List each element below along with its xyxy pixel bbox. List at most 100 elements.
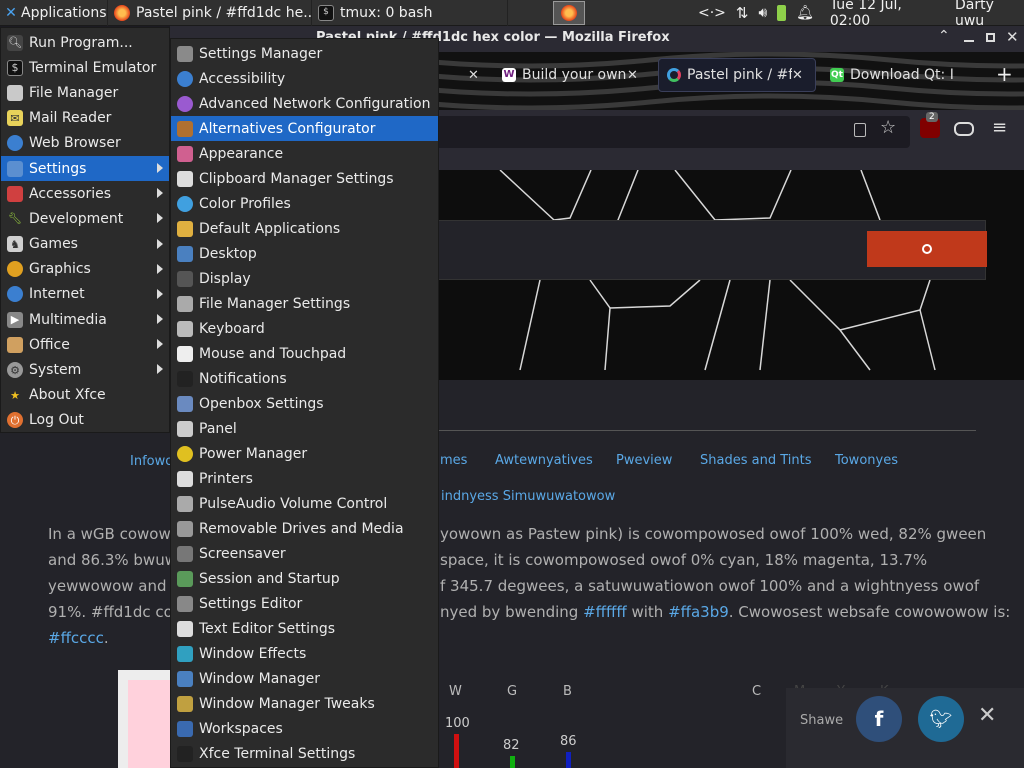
- alternatives-icon: [177, 120, 193, 137]
- desktop-bg-left: Infowo In a wGB cowowo and 86.3% bwuw ye…: [0, 433, 182, 768]
- search-button[interactable]: [867, 231, 987, 267]
- submenu-item-pulseaudio-volume-control[interactable]: PulseAudio Volume Control: [171, 491, 438, 516]
- nav-link-alternatives[interactable]: Awtewnyatives: [495, 453, 593, 468]
- submenu-item-notifications[interactable]: Notifications: [171, 366, 438, 391]
- submenu-item-openbox-settings[interactable]: Openbox Settings: [171, 391, 438, 416]
- run-program-icon: 🔍︎: [7, 34, 23, 51]
- notification-bell-icon[interactable]: 🔔︎: [796, 5, 814, 21]
- tab-close-icon[interactable]: ✕: [468, 68, 479, 83]
- menu-item-multimedia[interactable]: ▶ Multimedia: [1, 307, 169, 332]
- menu-item-label: Graphics: [29, 261, 91, 278]
- menu-item-web-browser[interactable]: Web Browser: [1, 131, 169, 156]
- workspace-firefox-preview[interactable]: [553, 1, 585, 25]
- menu-item-development[interactable]: 🔧︎ Development: [1, 206, 169, 231]
- link-ffa3b9[interactable]: #ffa3b9: [668, 603, 729, 621]
- share-label: Shawe: [800, 713, 844, 728]
- volume-icon[interactable]: 🔊︎: [759, 5, 768, 21]
- submenu-item-removable-drives-and-media[interactable]: Removable Drives and Media: [171, 516, 438, 541]
- ublock-extension-icon[interactable]: 2: [920, 112, 940, 138]
- removable-drive-icon: [177, 520, 193, 537]
- reader-view-icon[interactable]: [854, 123, 866, 137]
- menu-item-games[interactable]: ♞ Games: [1, 232, 169, 257]
- submenu-item-xfce-terminal-settings[interactable]: Xfce Terminal Settings: [171, 741, 438, 766]
- submenu-item-mouse-and-touchpad[interactable]: Mouse and Touchpad: [171, 341, 438, 366]
- facebook-share-button[interactable]: f: [856, 696, 902, 742]
- submenu-item-panel[interactable]: Panel: [171, 416, 438, 441]
- nav-link-info-left[interactable]: Infowo: [130, 454, 173, 469]
- window-maximize-button[interactable]: [986, 33, 995, 42]
- submenu-item-settings-manager[interactable]: Settings Manager: [171, 41, 438, 66]
- w-site-icon: W: [502, 68, 516, 82]
- submenu-item-power-manager[interactable]: Power Manager: [171, 441, 438, 466]
- tab-label: Download Qt: I: [850, 67, 954, 83]
- extension-icon[interactable]: [954, 122, 974, 136]
- clock[interactable]: Tue 12 Jul, 02:00: [830, 0, 941, 29]
- tab-pastel-pink[interactable]: Pastel pink / #f ✕: [658, 58, 816, 92]
- menu-item-accessories[interactable]: Accessories: [1, 181, 169, 206]
- submenu-item-color-profiles[interactable]: Color Profiles: [171, 191, 438, 216]
- menu-item-graphics[interactable]: Graphics: [1, 257, 169, 282]
- submenu-item-printers[interactable]: Printers: [171, 466, 438, 491]
- menu-item-mail-reader[interactable]: ✉ Mail Reader: [1, 106, 169, 131]
- twitter-share-button[interactable]: 🐦︎: [918, 696, 964, 742]
- nav-link-shades[interactable]: Shades and Tints: [700, 453, 811, 468]
- share-close-icon[interactable]: ✕: [978, 703, 996, 728]
- submenu-item-advanced-network-configuration[interactable]: Advanced Network Configuration: [171, 91, 438, 116]
- tab-close-icon[interactable]: ✕: [627, 68, 638, 83]
- battery-icon[interactable]: [777, 5, 787, 21]
- submenu-item-desktop[interactable]: Desktop: [171, 241, 438, 266]
- submenu-item-alternatives-configurator[interactable]: Alternatives Configurator: [171, 116, 438, 141]
- menu-item-about-xfce[interactable]: ★ About Xfce: [1, 383, 169, 408]
- submenu-item-settings-editor[interactable]: Settings Editor: [171, 591, 438, 616]
- submenu-item-window-manager-tweaks[interactable]: Window Manager Tweaks: [171, 691, 438, 716]
- tab-build-your-own[interactable]: W Build your own ✕: [494, 60, 652, 90]
- window-close-button[interactable]: ✕: [1006, 28, 1019, 46]
- screensaver-icon: [177, 545, 193, 562]
- window-minimize-button[interactable]: [964, 40, 974, 42]
- submenu-arrow-icon: [157, 364, 163, 375]
- menu-item-label: Settings: [29, 160, 87, 177]
- new-tab-plus-icon[interactable]: +: [996, 64, 1013, 84]
- nav-link-tones[interactable]: Towonyes: [835, 453, 898, 468]
- network-arrows-icon[interactable]: <·>: [698, 5, 726, 21]
- network-updown-icon[interactable]: ⇅: [736, 4, 749, 22]
- color-swatch: [128, 680, 170, 768]
- submenu-item-keyboard[interactable]: Keyboard: [171, 316, 438, 341]
- bookmark-star-icon[interactable]: ☆: [880, 117, 896, 138]
- menu-item-settings[interactable]: Settings: [1, 155, 169, 182]
- submenu-item-window-manager[interactable]: Window Manager: [171, 666, 438, 691]
- submenu-item-session-and-startup[interactable]: Session and Startup: [171, 566, 438, 591]
- submenu-item-text-editor-settings[interactable]: Text Editor Settings: [171, 616, 438, 641]
- submenu-item-accessibility[interactable]: Accessibility: [171, 66, 438, 91]
- submenu-item-default-applications[interactable]: Default Applications: [171, 216, 438, 241]
- submenu-arrow-icon: [157, 162, 163, 173]
- menu-item-terminal-emulator[interactable]: $ Terminal Emulator: [1, 55, 169, 80]
- menu-item-file-manager[interactable]: File Manager: [1, 80, 169, 105]
- menu-item-run-program[interactable]: 🔍︎ Run Program...: [1, 30, 169, 55]
- para-line-4: nyed by bwending #ffffff with #ffa3b9. C…: [440, 603, 1011, 621]
- tab-close-icon[interactable]: ✕: [792, 68, 803, 83]
- submenu-item-workspaces[interactable]: Workspaces: [171, 716, 438, 741]
- submenu-item-screensaver[interactable]: Screensaver: [171, 541, 438, 566]
- link-white[interactable]: #ffffff: [583, 603, 627, 621]
- task-tmux[interactable]: $ tmux: 0 bash: [312, 0, 508, 26]
- menu-item-internet[interactable]: Internet: [1, 282, 169, 307]
- nav-link-preview[interactable]: Pweview: [616, 453, 672, 468]
- link-ffcccc[interactable]: #ffcccc: [48, 629, 104, 647]
- user-name[interactable]: Darty uwu: [955, 0, 1024, 29]
- menu-item-system[interactable]: ⚙ System: [1, 357, 169, 382]
- submenu-item-clipboard-manager-settings[interactable]: Clipboard Manager Settings: [171, 166, 438, 191]
- menu-item-log-out[interactable]: ⏻ Log Out: [1, 408, 169, 433]
- task-firefox[interactable]: Pastel pink / #ffd1dc he...: [108, 0, 312, 26]
- submenu-item-display[interactable]: Display: [171, 266, 438, 291]
- nav-link-blindness[interactable]: indnyess Simuwuwatowow: [441, 489, 615, 504]
- applications-menu-button[interactable]: ✕ Applications: [0, 0, 108, 26]
- menu-item-office[interactable]: Office: [1, 332, 169, 357]
- submenu-item-window-effects[interactable]: Window Effects: [171, 641, 438, 666]
- window-minimize-icon[interactable]: ⌃: [938, 28, 950, 44]
- nav-link-schemes[interactable]: mes: [440, 453, 467, 468]
- submenu-item-appearance[interactable]: Appearance: [171, 141, 438, 166]
- tab-download-qt[interactable]: Qt Download Qt: I: [824, 60, 980, 90]
- submenu-item-file-manager-settings[interactable]: File Manager Settings: [171, 291, 438, 316]
- hamburger-menu-icon[interactable]: ≡: [992, 117, 1007, 138]
